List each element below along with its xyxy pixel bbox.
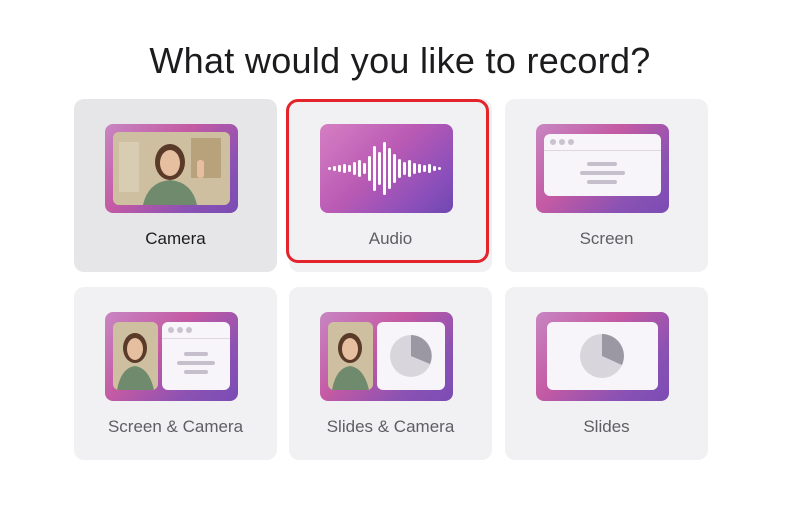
option-label: Slides xyxy=(583,417,630,436)
audio-thumbnail xyxy=(320,124,453,213)
person-photo xyxy=(113,132,230,205)
person-icon xyxy=(113,132,230,205)
browser-window-icon xyxy=(162,322,230,390)
option-label: Camera xyxy=(145,229,206,248)
option-screen-camera[interactable]: Screen & Camera xyxy=(74,287,277,460)
pie-chart-icon xyxy=(580,334,624,378)
browser-window-icon xyxy=(544,134,661,196)
option-slides[interactable]: Slides xyxy=(505,287,708,460)
slide-window xyxy=(547,322,658,390)
option-screen[interactable]: Screen xyxy=(505,99,708,272)
slides-camera-thumbnail xyxy=(320,312,453,401)
person-icon xyxy=(113,322,158,390)
screen-camera-thumbnail xyxy=(105,312,238,401)
person-photo xyxy=(328,322,373,390)
option-label: Screen & Camera xyxy=(107,417,244,436)
slide-window xyxy=(377,322,445,390)
option-label: Slides & Camera xyxy=(326,417,455,436)
person-photo xyxy=(113,322,158,390)
option-label: Audio xyxy=(368,229,413,248)
slides-thumbnail xyxy=(536,312,669,401)
option-slides-camera[interactable]: Slides & Camera xyxy=(289,287,492,460)
person-icon xyxy=(328,322,373,390)
option-camera[interactable]: Camera xyxy=(74,99,277,272)
pie-chart-icon xyxy=(390,335,432,377)
option-label: Screen xyxy=(579,229,634,248)
page-title: What would you like to record? xyxy=(149,40,651,81)
camera-thumbnail xyxy=(105,124,238,213)
waveform-icon xyxy=(328,142,441,195)
screen-thumbnail xyxy=(536,124,669,213)
option-audio[interactable]: Audio xyxy=(289,99,492,272)
